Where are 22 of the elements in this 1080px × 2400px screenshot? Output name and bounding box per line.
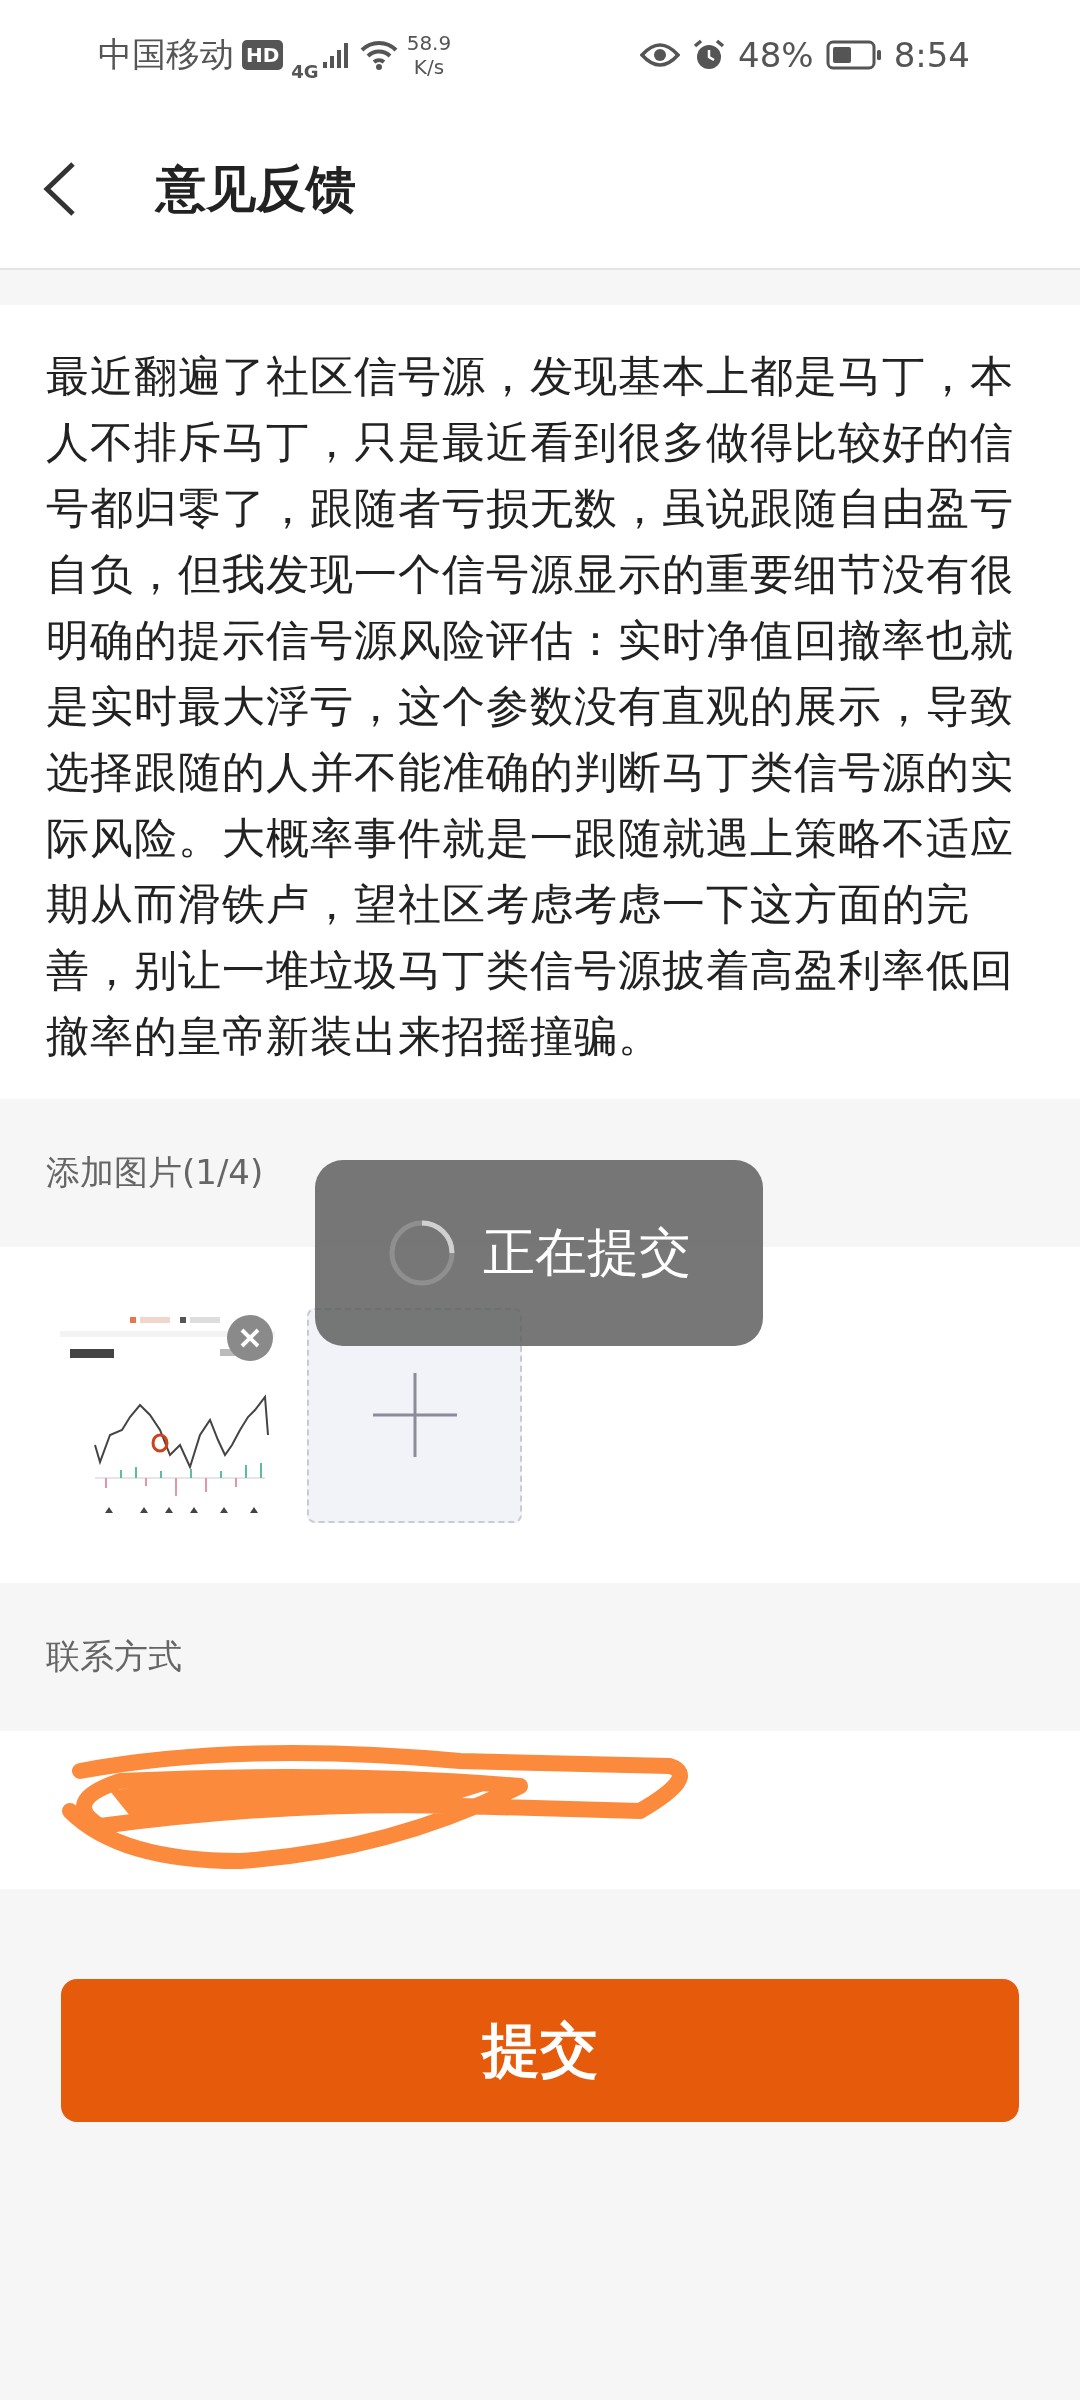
signal-icon [320,40,351,70]
plus-icon [372,1373,457,1457]
network-speed-unit: K/s [413,55,445,79]
submit-button[interactable]: 提交 [61,1979,1019,2122]
contact-input-field[interactable] [0,1731,1080,1889]
eye-icon [640,42,681,68]
battery-icon [825,40,882,70]
spinner-icon [387,1218,457,1288]
network-speed-value: 58.9 [406,31,452,55]
alarm-icon [692,38,727,72]
battery-percent: 48% [738,35,814,75]
hd-badge: HD [242,40,284,70]
remove-icon[interactable] [227,1315,273,1361]
wifi-icon [358,39,399,71]
section-label: 添加图片(1/4) [46,1151,264,1194]
carrier-name: 中国移动 [98,33,234,76]
feedback-text-area[interactable]: 最近翻遍了社区信号源，发现基本上都是马丁，本人不排斥马丁，只是最近看到很多做得比较好的信号都归零了，跟随者亏损无数，虽说跟随自由盈亏自负，但我发现一个信号源显示的重要细节没有很明确的提示信号源风险评估：实时净值回撤率也就是实时最大浮亏，这个参数没有直观的展示，导致选择跟随的人并不能准确的判断马丁类信号源的实际风险。大概率事件就是一跟随就遇上策略不适应期从而滑铁卢，望社区考虑考虑一下这方面的完善，别让一堆垃圾马丁类信号源披着高盈利率低回撤率的皇帝新装出来招摇撞骗。 [0,305,1080,1099]
clock-time: 8:54 [893,35,970,75]
section-label: 联系方式 [46,1635,182,1678]
network-type: 4G [291,60,319,82]
page-title: 意见反馈 [156,158,356,220]
loading-toast: 正在提交 [315,1160,763,1346]
